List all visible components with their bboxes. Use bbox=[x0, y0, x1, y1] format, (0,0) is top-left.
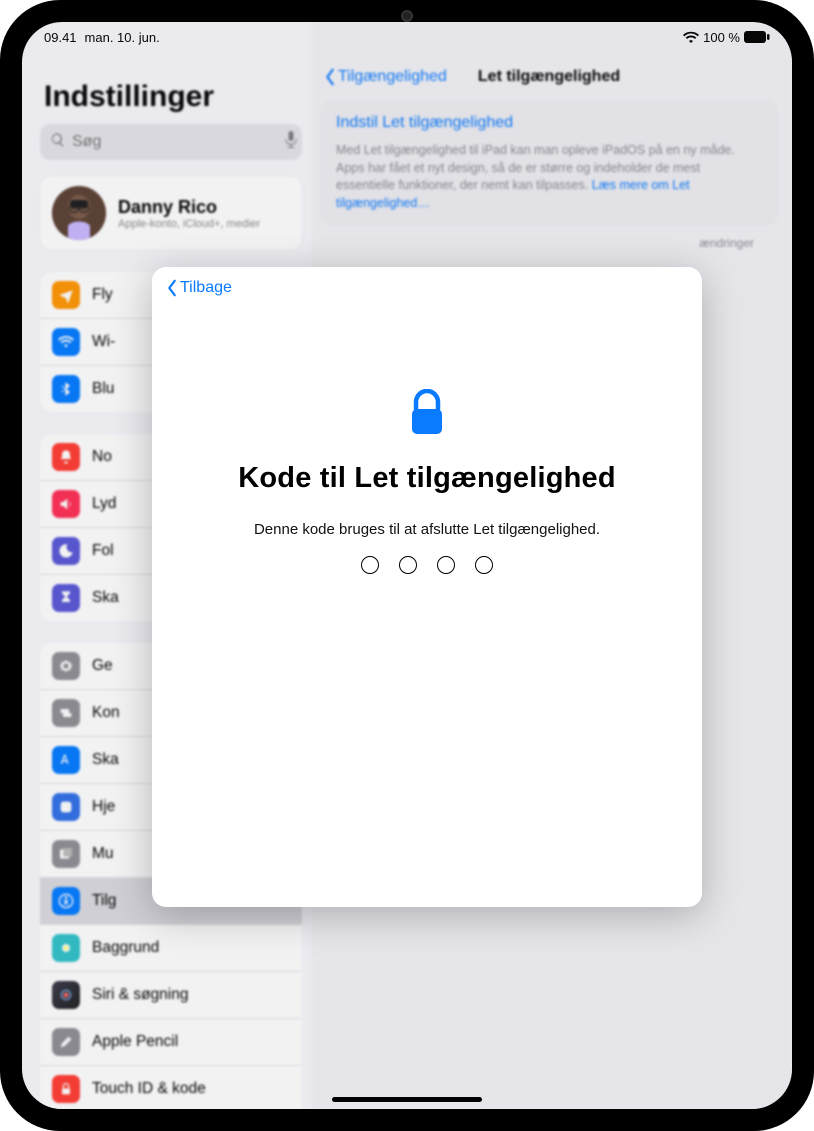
pencil-icon bbox=[52, 1028, 80, 1056]
sidebar-item-label: Fol bbox=[92, 542, 114, 560]
text-icon bbox=[52, 746, 80, 774]
airplane-icon bbox=[52, 281, 80, 309]
passcode-dot bbox=[399, 556, 417, 574]
sidebar-item-pencil[interactable]: Apple Pencil bbox=[40, 1019, 302, 1066]
sidebar-item-label: Blu bbox=[92, 380, 114, 398]
passcode-dot bbox=[475, 556, 493, 574]
profile-subtitle: Apple-konto, iCloud+, medier bbox=[118, 218, 260, 230]
hourglass-icon bbox=[52, 584, 80, 612]
battery-percent: 100 % bbox=[703, 30, 740, 45]
chevron-left-icon bbox=[324, 68, 336, 86]
sidebar-item-label: Lyd bbox=[92, 495, 116, 513]
accessibility-icon bbox=[52, 887, 80, 915]
wifi-icon bbox=[683, 31, 699, 43]
moon-icon bbox=[52, 537, 80, 565]
passcode-dot bbox=[361, 556, 379, 574]
setup-description: Med Let tilgængelighed til iPad kan man … bbox=[336, 142, 762, 212]
status-date: man. 10. jun. bbox=[85, 30, 160, 45]
speaker-icon bbox=[52, 490, 80, 518]
home-icon bbox=[52, 793, 80, 821]
back-button[interactable]: Tilgængelighed bbox=[324, 68, 447, 86]
setup-title: Indstil Let tilgængelighed bbox=[336, 114, 762, 132]
sidebar-item-label: No bbox=[92, 448, 112, 466]
front-camera bbox=[401, 10, 413, 22]
sidebar-title: Indstillinger bbox=[44, 80, 302, 114]
home-indicator[interactable] bbox=[332, 1097, 482, 1102]
sidebar-item-label: Apple Pencil bbox=[92, 1033, 178, 1051]
sidebar-item-label: Tilg bbox=[92, 892, 116, 910]
passcode-dot bbox=[437, 556, 455, 574]
profile-name: Danny Rico bbox=[118, 197, 260, 218]
battery-icon bbox=[744, 31, 770, 43]
passcode-input[interactable] bbox=[361, 556, 493, 574]
search-field[interactable] bbox=[40, 124, 302, 160]
sidebar-item-label: Fly bbox=[92, 286, 113, 304]
sidebar-item-label: Hje bbox=[92, 798, 115, 816]
sidebar-item-label: Ge bbox=[92, 657, 113, 675]
chevron-left-icon bbox=[166, 279, 178, 297]
siri-icon bbox=[52, 981, 80, 1009]
sidebar-item-label: Kon bbox=[92, 704, 120, 722]
modal-back-label: Tilbage bbox=[180, 279, 232, 297]
sidebar-item-label: Ska bbox=[92, 751, 119, 769]
status-bar: 09.41 man. 10. jun. 100 % bbox=[22, 22, 792, 48]
avatar bbox=[52, 186, 106, 240]
modal-back-button[interactable]: Tilbage bbox=[166, 279, 232, 297]
sidebar-item-label: Siri & søgning bbox=[92, 986, 188, 1004]
sidebar-item-label: Baggrund bbox=[92, 939, 159, 957]
sidebar-item-siri[interactable]: Siri & søgning bbox=[40, 972, 302, 1019]
setup-card[interactable]: Indstil Let tilgængelighed Med Let tilgæ… bbox=[320, 100, 778, 226]
sidebar-item-label: Ska bbox=[92, 589, 119, 607]
bluetooth-icon bbox=[52, 375, 80, 403]
search-icon bbox=[50, 132, 66, 153]
sidebar-item-label: Touch ID & kode bbox=[92, 1080, 206, 1098]
sidebar-item-label: Mu bbox=[92, 845, 114, 863]
lock-icon bbox=[408, 389, 446, 442]
bell-icon bbox=[52, 443, 80, 471]
profile-card[interactable]: Danny Rico Apple-konto, iCloud+, medier bbox=[40, 176, 302, 250]
lock-icon bbox=[52, 1075, 80, 1103]
dictation-icon[interactable] bbox=[285, 131, 297, 154]
back-label: Tilgængelighed bbox=[338, 68, 447, 86]
search-input[interactable] bbox=[72, 133, 279, 151]
modal-title: Kode til Let tilgængelighed bbox=[238, 462, 616, 495]
sidebar-item-wallpaper[interactable]: Baggrund bbox=[40, 925, 302, 972]
sidebar-item-touchid[interactable]: Touch ID & kode bbox=[40, 1066, 302, 1109]
footer-caption: ændringer bbox=[334, 236, 774, 250]
status-time: 09.41 bbox=[44, 30, 77, 45]
modal-subtitle: Denne kode bruges til at afslutte Let ti… bbox=[254, 521, 600, 538]
passcode-modal: Tilbage Kode til Let tilgængelighed Denn… bbox=[152, 267, 702, 907]
wallpaper-icon bbox=[52, 934, 80, 962]
layers-icon bbox=[52, 840, 80, 868]
wifi-icon bbox=[52, 328, 80, 356]
sidebar-item-label: Wi- bbox=[92, 333, 115, 351]
gear-icon bbox=[52, 652, 80, 680]
switches-icon bbox=[52, 699, 80, 727]
